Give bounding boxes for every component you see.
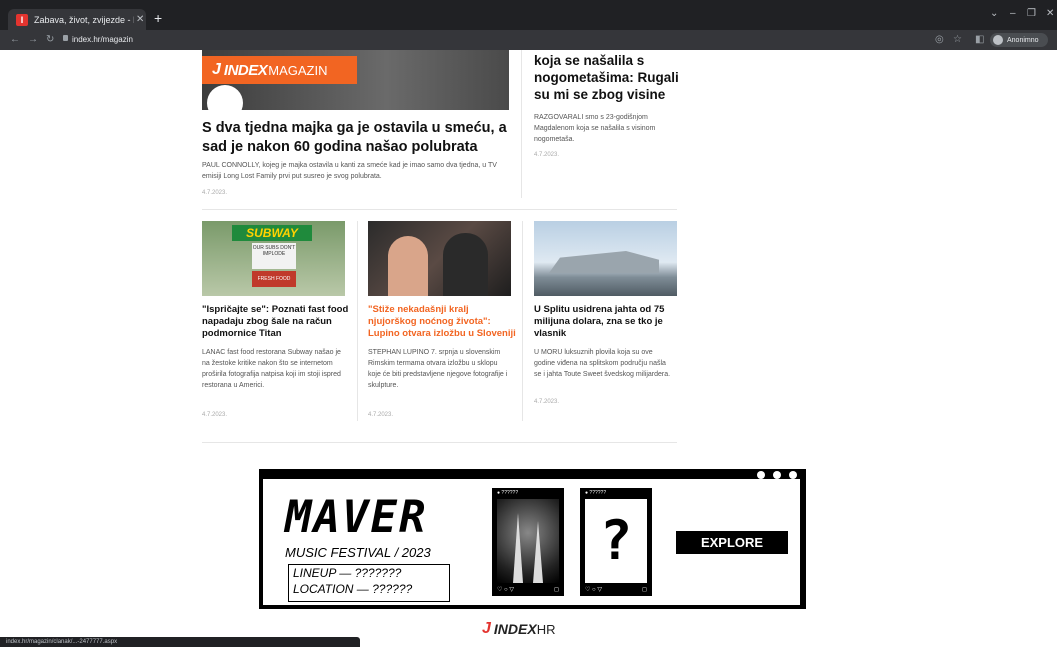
article-thumbnail-lupino[interactable] <box>368 221 511 296</box>
lineup-text: LINEUP — ??????? <box>293 566 402 580</box>
forward-icon[interactable]: → <box>28 34 38 45</box>
article-date: 4.7.2023. <box>202 412 228 418</box>
spire-shape <box>533 521 543 583</box>
article-thumbnail-yacht[interactable] <box>534 221 677 296</box>
article-desc: LANAC fast food restorana Subway našao j… <box>202 349 341 389</box>
side-article-title[interactable]: koja se našalila s nogometašima: Rugali … <box>534 52 679 103</box>
side-article-desc: RAZGOVARALI smo s 23-godišnjom Magdaleno… <box>534 114 656 143</box>
phone-card-cathedral: ● ?????? ♡ ○ ▽ ◻ <box>492 488 564 596</box>
tab-search-icon[interactable]: ⌄ <box>990 8 998 19</box>
photo-person <box>388 236 428 296</box>
article-title[interactable]: U Splitu usidrena jahta od 75 milijuna d… <box>534 304 674 340</box>
index-favicon-icon: I <box>16 13 28 26</box>
article-title[interactable]: "Ispričajte se": Poznati fast food napad… <box>202 304 352 340</box>
footer-index-text: INDEX <box>493 621 537 637</box>
lineup-box: LINEUP — ??????? LOCATION — ?????? <box>288 564 450 602</box>
back-icon[interactable]: ← <box>10 34 20 45</box>
url-field[interactable]: index.hr/magazin <box>72 35 133 44</box>
hero-desc: PAUL CONNOLLY, kojeg je majka ostavila u… <box>202 162 497 180</box>
article-thumbnail-subway[interactable]: SUBWAY OUR SUBS DON'T IMPLODE FRESH FOOD <box>202 221 345 296</box>
reload-icon[interactable]: ↻ <box>46 34 54 45</box>
article-title[interactable]: "Stiže nekadašnji kralj njujorškog noćno… <box>368 304 518 340</box>
status-url-bar: index.hr/magazin/clanak/...-2477777.aspx <box>0 637 360 647</box>
bookmark-icon: ◻ <box>554 587 559 593</box>
ad-minimize-icon[interactable] <box>757 471 765 479</box>
index-magazin-badge: J INDEX MAGAZIN <box>202 56 357 84</box>
column-divider <box>522 221 523 421</box>
subway-sign: SUBWAY <box>232 225 312 241</box>
spire-shape <box>513 513 523 583</box>
yacht-shape <box>549 251 659 273</box>
browser-tab[interactable]: I Zabava, život, zvijezde - Index.hr ✕ <box>8 9 146 30</box>
article-desc: U MORU luksuznih plovila koja su ove god… <box>534 349 671 378</box>
ad-close-icon[interactable] <box>789 471 797 479</box>
maver-logo: MAVER <box>285 492 428 543</box>
cathedral-image <box>497 499 559 583</box>
address-bar: ← → ↻ index.hr/magazin ◎ ☆ ◧ Anonimno <box>0 30 1057 50</box>
phone-status-bar: ● ?????? <box>497 490 519 496</box>
explore-button[interactable]: EXPLORE <box>676 531 788 554</box>
bookmark-icon: ◻ <box>642 587 647 593</box>
maximize-icon[interactable]: ❐ <box>1027 8 1036 19</box>
article-date: 4.7.2023. <box>534 399 560 405</box>
subway-board: OUR SUBS DON'T IMPLODE <box>252 243 296 269</box>
column-divider <box>521 50 522 198</box>
column-divider <box>357 221 358 421</box>
profile-label: Anonimno <box>1007 36 1039 44</box>
hero-title[interactable]: S dva tjedna majka ga je ostavila u smeć… <box>202 119 517 157</box>
index-hr-footer-logo[interactable]: J INDEX HR <box>482 620 555 638</box>
new-tab-icon[interactable]: + <box>154 11 162 25</box>
hero-image-play-icon <box>207 85 243 110</box>
phone-actions-icon: ♡ ○ ▽ <box>497 587 514 593</box>
avatar <box>993 35 1003 45</box>
badge-index-text: INDEX <box>223 61 268 79</box>
side-article-date: 4.7.2023. <box>534 152 560 158</box>
article-desc: STEPHAN LUPINO 7. srpnja u slovenskim Ri… <box>368 349 508 389</box>
footer-hr-text: HR <box>536 621 556 637</box>
index-logo-icon: J <box>482 620 491 637</box>
index-logo-icon: J <box>212 61 221 78</box>
bookmark-star-icon[interactable]: ☆ <box>953 34 962 45</box>
lock-icon[interactable] <box>63 35 68 41</box>
subway-fresh-sign: FRESH FOOD <box>252 271 296 287</box>
ad-info-icon[interactable] <box>773 471 781 479</box>
badge-magazin-text: MAGAZIN <box>268 62 328 78</box>
row-divider <box>202 442 677 443</box>
side-panel-icon[interactable]: ◧ <box>975 34 984 45</box>
profile-button[interactable]: Anonimno <box>990 33 1048 47</box>
hero-date: 4.7.2023. <box>202 190 228 196</box>
row-divider <box>202 209 677 210</box>
minimize-icon[interactable]: – <box>1010 8 1016 19</box>
phone-status-bar: ● ?????? <box>585 490 607 496</box>
photo-person <box>443 233 488 296</box>
festival-text: MUSIC FESTIVAL / 2023 <box>285 545 431 560</box>
ad-content: MAVER MUSIC FESTIVAL / 2023 LINEUP — ???… <box>263 479 800 605</box>
window-close-icon[interactable]: ✕ <box>1046 8 1054 19</box>
tab-title: Zabava, život, zvijezde - Index.hr <box>34 14 134 25</box>
incognito-eye-icon[interactable]: ◎ <box>935 34 944 45</box>
maver-festival-ad[interactable]: MAVER MUSIC FESTIVAL / 2023 LINEUP — ???… <box>259 469 806 609</box>
phone-card-question: ● ?????? ? ♡ ○ ▽ ◻ <box>580 488 652 596</box>
browser-tab-bar: I Zabava, život, zvijezde - Index.hr ✕ +… <box>0 0 1057 30</box>
phone-actions-icon: ♡ ○ ▽ <box>585 587 602 593</box>
close-tab-icon[interactable]: ✕ <box>136 14 144 25</box>
location-text: LOCATION — ?????? <box>293 582 413 596</box>
question-mark-icon: ? <box>585 499 647 583</box>
article-date: 4.7.2023. <box>368 412 394 418</box>
question-screen: ? <box>585 499 647 583</box>
